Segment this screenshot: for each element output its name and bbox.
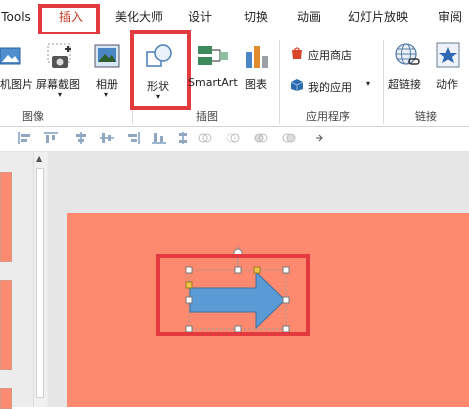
group-label-links: 链接 (415, 110, 437, 123)
group-divider (279, 40, 280, 124)
distribute-icon[interactable] (176, 132, 190, 144)
camera-icon (47, 43, 71, 68)
chart-button[interactable]: 图表 (242, 38, 274, 104)
ungroup-objects-icon (226, 133, 240, 143)
my-apps-button[interactable]: 我的应用 ▾ (288, 76, 378, 96)
insert-tab-highlight (38, 4, 100, 36)
smartart-button[interactable]: SmartArt (188, 38, 238, 104)
star-icon (436, 42, 460, 68)
cube-icon (290, 79, 304, 91)
tab-transitions[interactable]: 切换 (236, 0, 276, 34)
align-center-icon[interactable] (74, 132, 88, 144)
action-label: 动作 (436, 78, 458, 91)
online-picture-label: 机图片 (0, 78, 33, 91)
group-label-apps: 应用程序 (306, 110, 350, 123)
slide-thumbnail[interactable] (0, 280, 12, 370)
align-bottom-icon[interactable] (152, 132, 166, 144)
chevron-down-icon: ▾ (104, 90, 109, 99)
screenshot-button[interactable]: 屏幕截图 ▾ (36, 38, 86, 104)
app-store-label: 应用商店 (308, 49, 352, 62)
bar-chart-icon (246, 46, 268, 68)
thumbnail-scrollbar[interactable]: ▲ (33, 152, 47, 407)
group-label-images: 图像 (22, 110, 44, 123)
app-store-button[interactable]: 应用商店 (288, 44, 362, 64)
bring-forward-icon (254, 133, 268, 143)
more-options-chevron-icon[interactable] (312, 132, 326, 144)
slide-thumbnail[interactable] (0, 172, 12, 262)
smartart-icon (198, 46, 228, 65)
store-bag-icon (292, 47, 302, 59)
chevron-down-icon: ▾ (366, 79, 371, 88)
online-picture-icon (0, 47, 21, 65)
group-label-illustrations: 插图 (196, 110, 218, 123)
tab-beautify-master[interactable]: 美化大师 (104, 0, 174, 34)
scroll-thumb[interactable] (36, 168, 44, 398)
action-button[interactable]: 动作 (432, 38, 469, 104)
chart-label: 图表 (245, 78, 267, 91)
tab-design[interactable]: 设计 (180, 0, 220, 34)
align-left-icon[interactable] (18, 132, 32, 144)
photo-album-icon (94, 44, 120, 68)
send-backward-icon (282, 133, 296, 143)
scroll-up-arrow-icon[interactable]: ▲ (36, 154, 42, 163)
photo-album-button[interactable]: 相册 ▾ (92, 38, 128, 104)
group-objects-icon (198, 133, 212, 143)
group-divider (383, 40, 384, 124)
slide-thumbnail[interactable] (0, 388, 12, 409)
arrow-shape-highlight (156, 254, 310, 336)
my-apps-label: 我的应用 (308, 81, 352, 94)
hyperlink-label: 超链接 (388, 78, 421, 91)
tab-tools[interactable]: Tools (0, 0, 32, 34)
tab-review[interactable]: 审阅 (430, 0, 469, 34)
tab-slideshow[interactable]: 幻灯片放映 (342, 0, 414, 34)
smartart-label: SmartArt (188, 76, 238, 89)
align-right-icon[interactable] (126, 132, 140, 144)
online-picture-button[interactable]: 机图片 (0, 38, 34, 104)
shapes-button-highlight (130, 30, 191, 110)
tab-animations[interactable]: 动画 (289, 0, 329, 34)
align-middle-icon[interactable] (100, 132, 114, 144)
align-top-icon[interactable] (44, 132, 58, 144)
hyperlink-button[interactable]: 超链接 (388, 38, 428, 104)
chevron-down-icon: ▾ (58, 90, 63, 99)
globe-link-icon (395, 43, 420, 65)
